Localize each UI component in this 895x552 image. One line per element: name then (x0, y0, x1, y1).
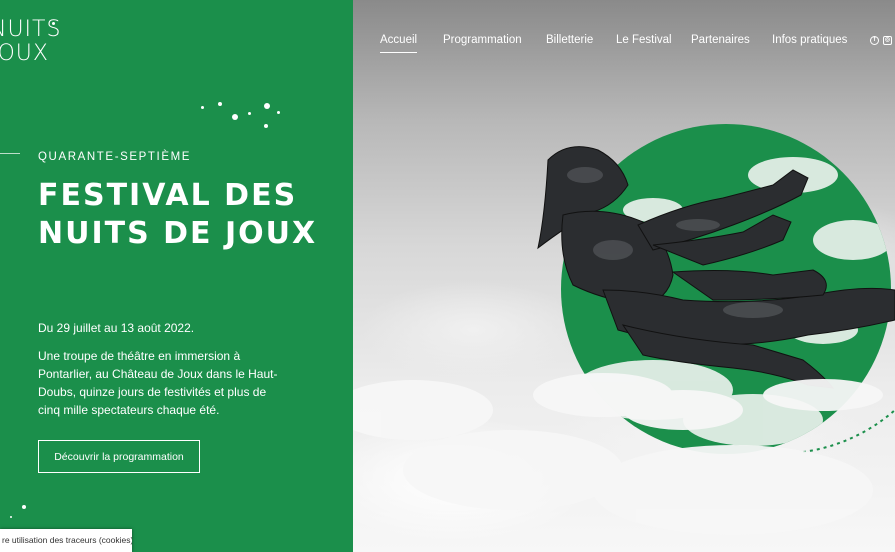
decor-dot (201, 106, 204, 109)
main-nav: Accueil Programmation Billetterie Le Fes… (353, 0, 895, 80)
site-logo[interactable]: NUITS JOUX (0, 18, 61, 66)
facebook-icon[interactable]: f (870, 36, 879, 45)
logo-line-2: JOUX (0, 41, 49, 66)
hero-title: FESTIVAL DES NUITS DE JOUX (38, 178, 318, 251)
nav-item-le-festival[interactable]: Le Festival (616, 34, 672, 46)
decor-dot (248, 112, 251, 115)
decor-dot (22, 505, 26, 509)
hero-dates: Du 29 juillet au 13 août 2022. (38, 321, 195, 335)
instagram-icon[interactable]: ◎ (883, 36, 892, 45)
decor-dot (277, 111, 280, 114)
nav-item-partenaires[interactable]: Partenaires (691, 34, 750, 46)
foreground-clouds (353, 373, 883, 535)
hero-image: Accueil Programmation Billetterie Le Fes… (353, 0, 895, 552)
nav-item-infos-pratiques[interactable]: Infos pratiques (772, 34, 847, 46)
nav-item-programmation[interactable]: Programmation (443, 34, 522, 46)
kicker-rule (0, 153, 20, 154)
cookie-settings-tab[interactable]: re utilisation des traceurs (cookies) (0, 529, 132, 552)
discover-program-button[interactable]: Découvrir la programmation (38, 440, 200, 473)
decor-dot (264, 124, 268, 128)
decor-dot (10, 516, 12, 518)
decor-dot (52, 22, 55, 25)
decor-dot (264, 103, 270, 109)
hero-kicker: QUARANTE-SEPTIÈME (38, 151, 192, 163)
knight-illustration (353, 124, 895, 535)
decor-dot (232, 114, 238, 120)
nav-item-billetterie[interactable]: Billetterie (546, 34, 593, 46)
hero-panel: NUITS JOUX QUARANTE-SEPTIÈME FESTIVAL DE… (0, 0, 353, 552)
hero-description: Une troupe de théâtre en immersion à Pon… (38, 349, 278, 417)
decor-dot (218, 102, 222, 106)
nav-item-accueil[interactable]: Accueil (380, 34, 418, 53)
